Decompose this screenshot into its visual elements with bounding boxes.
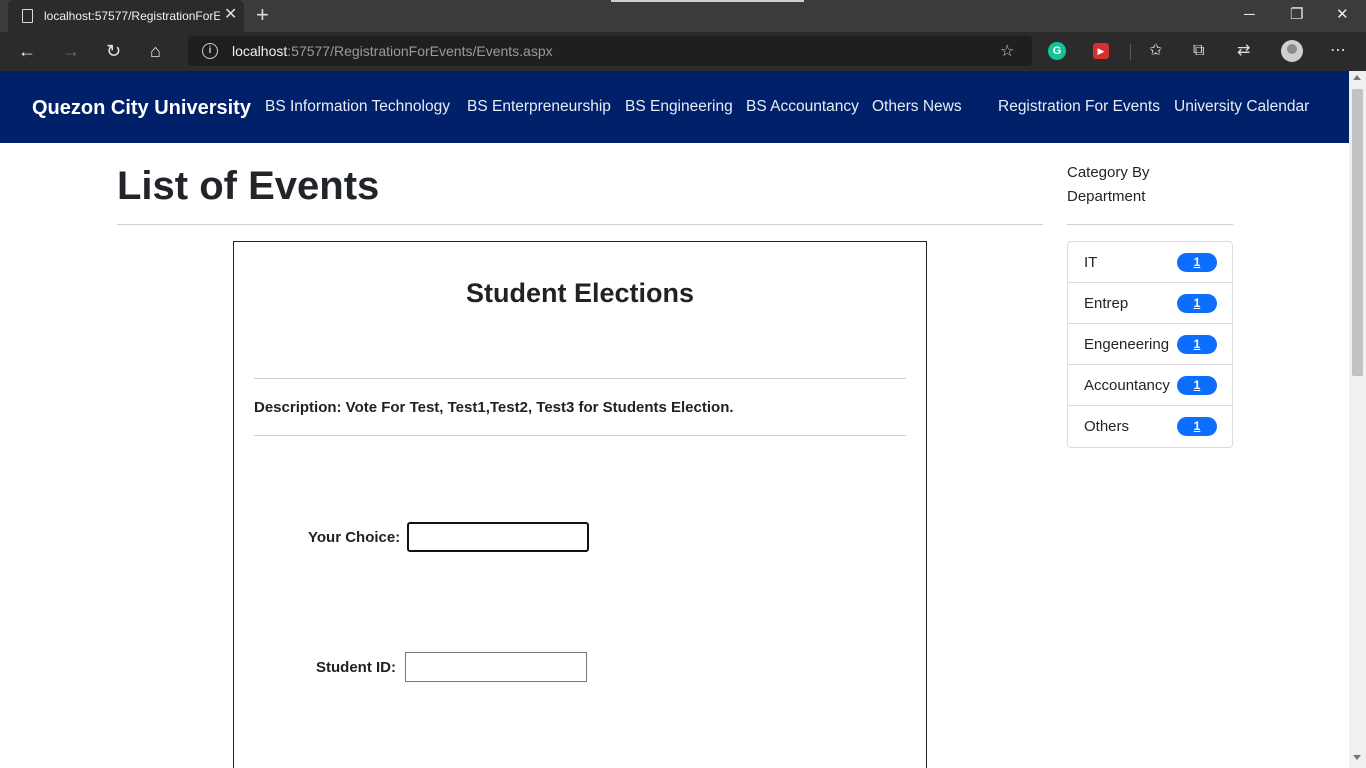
page-icon (22, 9, 33, 23)
category-count-badge[interactable]: 1 (1177, 335, 1217, 354)
close-tab-icon[interactable]: ✕ (224, 6, 237, 24)
refresh-icon[interactable]: ↻ (106, 40, 121, 62)
page-title: List of Events (117, 164, 380, 208)
brand-link[interactable]: Quezon City University (32, 97, 251, 120)
tab-title: localhost:57577/RegistrationForEvents/Ev… (44, 9, 220, 23)
page-viewport: Quezon City University BS Information Te… (0, 71, 1349, 768)
student-id-input[interactable] (405, 652, 587, 682)
category-count-badge[interactable]: 1 (1177, 294, 1217, 313)
new-tab-icon[interactable]: + (256, 4, 269, 26)
nav-link-accountancy[interactable]: BS Accountancy (746, 98, 859, 116)
nav-link-entrep[interactable]: BS Enterpreneurship (467, 98, 611, 116)
address-bar[interactable]: i localhost:57577/RegistrationForEvents/… (188, 36, 1032, 66)
student-id-label: Student ID: (316, 659, 396, 676)
sidebar-divider (1067, 224, 1233, 225)
category-count-badge[interactable]: 1 (1177, 253, 1217, 272)
page-scrollbar[interactable] (1349, 71, 1366, 768)
share-icon[interactable]: ⇄ (1237, 41, 1250, 61)
favorites-icon[interactable]: ✩ (1149, 41, 1162, 61)
card-divider (254, 435, 906, 436)
grammarly-extension-icon[interactable]: G (1048, 42, 1066, 60)
category-name: IT (1084, 254, 1098, 271)
nav-link-registration[interactable]: Registration For Events (998, 98, 1160, 116)
event-title: Student Elections (465, 278, 695, 308)
category-count-badge[interactable]: 1 (1177, 376, 1217, 395)
category-item-entrep: Entrep 1 (1068, 283, 1232, 324)
category-item-it: IT 1 (1068, 242, 1232, 283)
browser-toolbar: ← → ↻ ⌂ i localhost:57577/RegistrationFo… (0, 32, 1366, 71)
site-info-icon[interactable]: i (202, 43, 218, 59)
browser-tab[interactable]: localhost:57577/RegistrationForEvents/Ev… (8, 0, 244, 32)
home-icon[interactable]: ⌂ (150, 40, 161, 62)
event-description: Description: Vote For Test, Test1,Test2,… (254, 399, 734, 416)
category-list: IT 1 Entrep 1 Engeneering 1 Accountancy … (1067, 241, 1233, 448)
category-name: Engeneering (1084, 336, 1170, 353)
restore-icon[interactable]: ❐ (1290, 6, 1303, 24)
choice-input[interactable] (407, 522, 589, 552)
category-count-badge[interactable]: 1 (1177, 417, 1217, 436)
site-navbar: Quezon City University BS Information Te… (0, 71, 1349, 143)
profile-avatar[interactable] (1281, 40, 1303, 62)
choice-label: Your Choice: (308, 529, 401, 546)
window-drag-indicator (611, 0, 804, 2)
scroll-down-arrow-icon[interactable] (1353, 755, 1361, 760)
category-item-accountancy: Accountancy 1 (1068, 365, 1232, 406)
card-divider (254, 378, 906, 379)
category-name: Others (1084, 418, 1130, 435)
nav-link-it[interactable]: BS Information Technology (265, 98, 450, 116)
forward-icon[interactable]: → (62, 40, 80, 62)
media-extension-icon[interactable]: ▶ (1093, 43, 1109, 59)
scrollbar-thumb[interactable] (1352, 89, 1363, 376)
nav-link-calendar[interactable]: University Calendar (1174, 98, 1309, 116)
toolbar-divider (1130, 44, 1131, 60)
event-card: Student Elections Description: Vote For … (233, 241, 927, 768)
minimize-icon[interactable]: ─ (1244, 6, 1255, 24)
title-divider (117, 224, 1043, 225)
nav-link-others-news[interactable]: Others News (872, 98, 962, 116)
category-item-engineering: Engeneering 1 (1068, 324, 1232, 365)
close-window-icon[interactable]: ✕ (1336, 6, 1349, 24)
nav-link-engineering[interactable]: BS Engineering (625, 98, 733, 116)
sidebar-heading: Category By Department (1067, 164, 1150, 205)
add-favorite-icon[interactable]: ☆ (1000, 41, 1014, 61)
more-menu-icon[interactable]: ⋯ (1330, 41, 1346, 61)
category-item-others: Others 1 (1068, 406, 1232, 447)
url-text[interactable]: localhost:57577/RegistrationForEvents/Ev… (232, 43, 553, 59)
category-name: Accountancy (1084, 377, 1170, 394)
back-icon[interactable]: ← (18, 40, 36, 62)
scroll-up-arrow-icon[interactable] (1353, 75, 1361, 80)
browser-titlebar: localhost:57577/RegistrationForEvents/Ev… (0, 0, 1366, 32)
collections-icon[interactable]: ⧉ (1193, 41, 1204, 61)
category-name: Entrep (1084, 295, 1129, 312)
